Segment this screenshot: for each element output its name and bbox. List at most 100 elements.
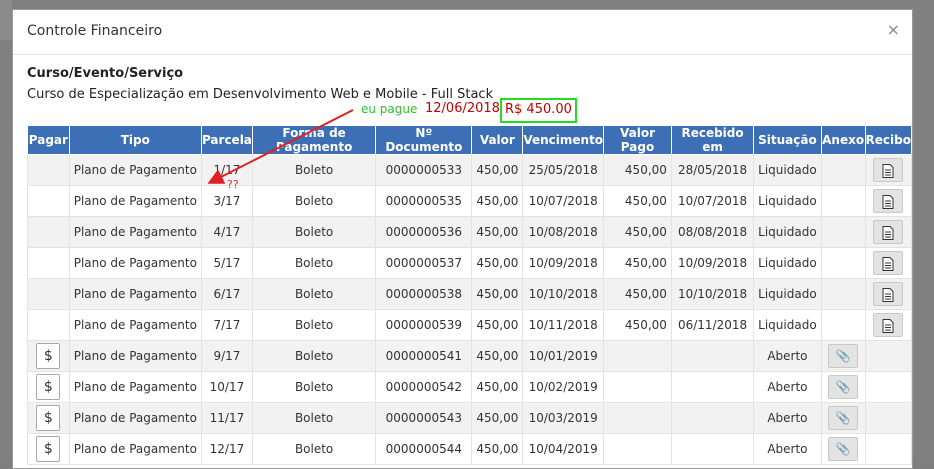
cell-valor_pago <box>603 371 672 403</box>
pay-button[interactable]: $ <box>36 374 61 400</box>
cell-recebido <box>670 402 755 434</box>
cell-recebido: 10/10/2018 <box>670 278 755 310</box>
cell-anexo <box>820 247 866 279</box>
cell-vencimento: 25/05/2018 <box>522 154 605 186</box>
cell-parcela: 10/17 <box>200 371 253 403</box>
column-header: Recibo <box>864 125 912 155</box>
modal-title: Controle Financeiro <box>27 23 163 39</box>
annotation-question: ?? <box>227 178 239 191</box>
cell-recebido: 08/08/2018 <box>670 216 755 248</box>
cell-forma: Boleto <box>251 154 377 186</box>
cell-valor_pago <box>603 340 672 372</box>
cell-recibo <box>864 433 912 465</box>
cell-parcela: 6/17 <box>200 278 253 310</box>
cell-recebido: 06/11/2018 <box>670 309 755 341</box>
cell-recebido <box>670 340 755 372</box>
document-icon[interactable] <box>873 282 904 306</box>
cell-doc: 0000000539 <box>375 309 473 341</box>
cell-anexo: 📎 <box>820 371 866 403</box>
cell-parcela: 9/17 <box>200 340 253 372</box>
table-row: $ Plano de Pagamento 12/17 Boleto 0000000544… <box>27 433 912 465</box>
column-header: Valor <box>471 125 524 155</box>
cell-valor: 450,00 <box>471 371 524 403</box>
cell-vencimento: 10/01/2019 <box>522 340 605 372</box>
table-row: Plano de Pagamento 1/17 Boleto 0000000533 45… <box>27 154 912 186</box>
cell-vencimento: 10/04/2019 <box>522 433 605 465</box>
table-row: Plano de Pagamento 3/17 Boleto 0000000535 45… <box>27 185 912 217</box>
cell-pagar <box>27 185 70 217</box>
cell-valor_pago: 450,00 <box>603 154 672 186</box>
cell-forma: Boleto <box>251 309 377 341</box>
cell-doc: 0000000536 <box>375 216 473 248</box>
cell-tipo: Plano de Pagamento <box>68 185 202 217</box>
document-icon[interactable] <box>873 220 904 244</box>
cell-pagar <box>27 247 70 279</box>
cell-situacao: Liquidado <box>753 278 822 310</box>
cell-anexo <box>820 185 866 217</box>
column-header: Forma de Pagamento <box>251 125 377 155</box>
cell-parcela: 5/17 <box>200 247 253 279</box>
cell-recebido: 10/09/2018 <box>670 247 755 279</box>
document-icon[interactable] <box>873 189 904 213</box>
cell-valor_pago: 450,00 <box>603 247 672 279</box>
cell-pagar: $ <box>27 402 70 434</box>
document-icon[interactable] <box>873 158 904 182</box>
financial-control-modal: Controle Financeiro × Curso/Evento/Servi… <box>12 9 913 469</box>
document-icon[interactable] <box>873 313 904 337</box>
document-icon[interactable] <box>873 251 904 275</box>
cell-vencimento: 10/03/2019 <box>522 402 605 434</box>
cell-doc: 0000000544 <box>375 433 473 465</box>
modal-header: Controle Financeiro × <box>13 10 912 55</box>
cell-recebido: 28/05/2018 <box>670 154 755 186</box>
cell-situacao: Liquidado <box>753 309 822 341</box>
cell-parcela: 11/17 <box>200 402 253 434</box>
cell-recibo <box>864 402 912 434</box>
cell-situacao: Liquidado <box>753 216 822 248</box>
paperclip-icon[interactable]: 📎 <box>828 344 859 368</box>
cell-parcela: 12/17 <box>200 433 253 465</box>
cell-doc: 0000000543 <box>375 402 473 434</box>
pay-button[interactable]: $ <box>36 405 61 431</box>
cell-pagar <box>27 278 70 310</box>
pay-button[interactable]: $ <box>36 436 61 462</box>
cell-anexo <box>820 154 866 186</box>
cell-parcela: 4/17 <box>200 216 253 248</box>
cell-pagar: $ <box>27 371 70 403</box>
cell-situacao: Aberto <box>753 402 822 434</box>
pay-button[interactable]: $ <box>36 343 61 369</box>
cell-valor: 450,00 <box>471 247 524 279</box>
cell-recibo <box>864 278 912 310</box>
column-header: Vencimento <box>522 125 605 155</box>
cell-pagar: $ <box>27 340 70 372</box>
cell-pagar <box>27 309 70 341</box>
cell-tipo: Plano de Pagamento <box>68 247 202 279</box>
column-header: Nº Documento <box>375 125 473 155</box>
cell-forma: Boleto <box>251 216 377 248</box>
cell-situacao: Liquidado <box>753 154 822 186</box>
cell-recibo <box>864 340 912 372</box>
cell-anexo <box>820 309 866 341</box>
cell-tipo: Plano de Pagamento <box>68 154 202 186</box>
column-header: Situação <box>753 125 822 155</box>
table-row: Plano de Pagamento 5/17 Boleto 0000000537 45… <box>27 247 912 279</box>
cell-pagar: $ <box>27 433 70 465</box>
cell-valor_pago: 450,00 <box>603 216 672 248</box>
close-icon[interactable]: × <box>887 21 900 39</box>
cell-parcela: 7/17 <box>200 309 253 341</box>
table-header-row: Pagar Tipo Parcela Forma de Pagamento Nº Doc… <box>27 125 912 155</box>
annotation-paid-date: 12/06/2018 <box>425 101 500 116</box>
cell-vencimento: 10/07/2018 <box>522 185 605 217</box>
cell-tipo: Plano de Pagamento <box>68 340 202 372</box>
annotation-paid-amount: R$ 450.00 <box>500 98 577 123</box>
paperclip-icon[interactable]: 📎 <box>828 437 859 461</box>
installments-table: Pagar Tipo Parcela Forma de Pagamento Nº Doc… <box>27 125 912 465</box>
paperclip-icon[interactable]: 📎 <box>828 375 859 399</box>
cell-recibo <box>864 185 912 217</box>
table-row: Plano de Pagamento 7/17 Boleto 0000000539 45… <box>27 309 912 341</box>
paperclip-icon[interactable]: 📎 <box>828 406 859 430</box>
cell-valor: 450,00 <box>471 216 524 248</box>
cell-forma: Boleto <box>251 402 377 434</box>
cell-doc: 0000000538 <box>375 278 473 310</box>
cell-recibo <box>864 154 912 186</box>
table-row: $ Plano de Pagamento 10/17 Boleto 0000000542… <box>27 371 912 403</box>
